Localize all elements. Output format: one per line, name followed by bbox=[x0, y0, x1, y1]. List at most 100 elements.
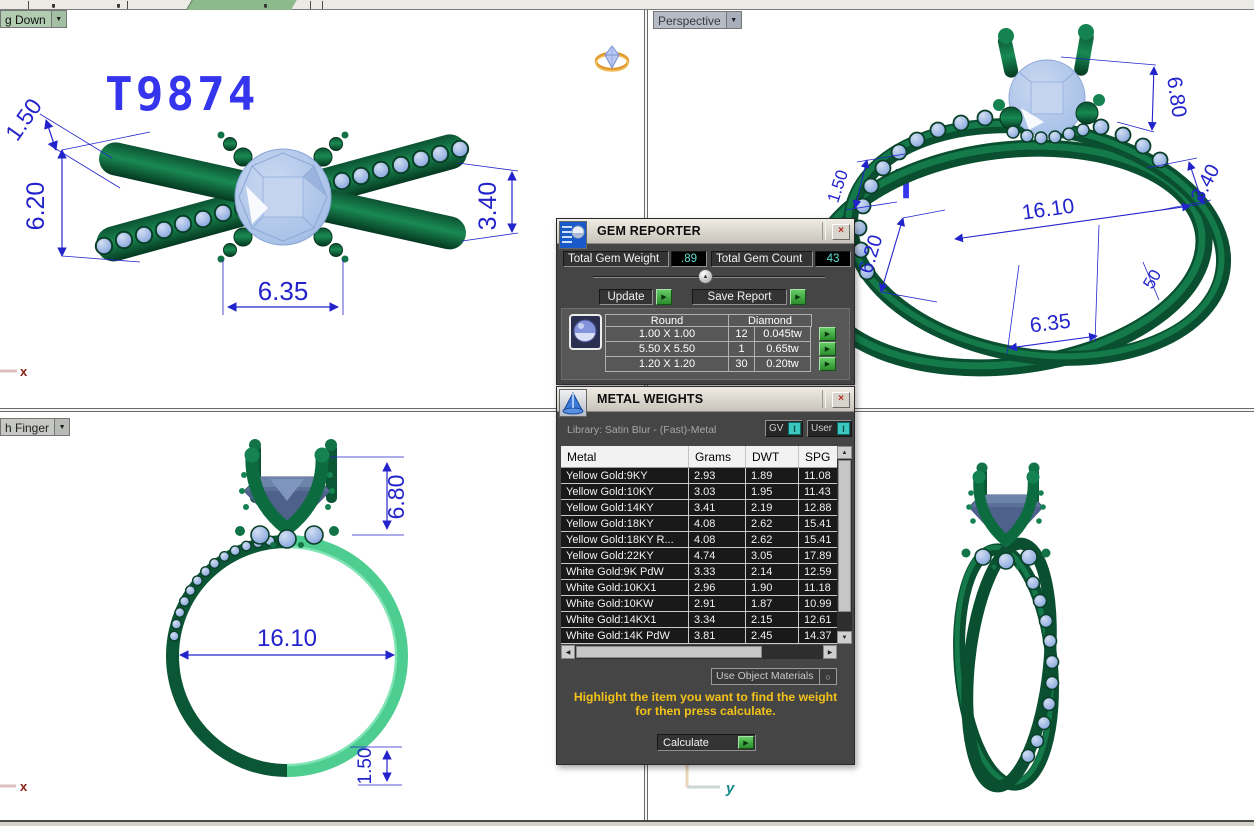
dim-1-50: 1.50 bbox=[0, 94, 47, 146]
metal-table-row[interactable]: White Gold:14KX13.342.1512.61 bbox=[561, 612, 837, 628]
ring-side-view[interactable] bbox=[948, 463, 1062, 791]
axis-x-label: x bbox=[20, 779, 28, 794]
tab-separator bbox=[28, 1, 29, 9]
gem-reporter-titlebar[interactable]: GEM REPORTER × bbox=[557, 219, 854, 244]
x-axis-indicator: x bbox=[0, 779, 28, 794]
ring-top-view[interactable] bbox=[92, 130, 471, 265]
gem-summary-table: Round Diamond 1.00 X 1.00 12 0.045tw 5.5… bbox=[561, 308, 850, 380]
ring-cursor-icon bbox=[596, 46, 628, 71]
scrollbar-thumb[interactable] bbox=[576, 646, 762, 658]
metal-table-row[interactable]: Yellow Gold:9KY2.931.8911.08 bbox=[561, 468, 837, 484]
instruction-text: Highlight the item you want to find the … bbox=[557, 690, 854, 718]
play-icon: ▶ bbox=[661, 293, 666, 301]
calculate-run-button[interactable]: ▶ bbox=[738, 736, 754, 749]
tab-separator bbox=[127, 1, 128, 9]
gem-thumbnail bbox=[569, 314, 602, 350]
gem-reporter-panel: GEM REPORTER × Total Gem Weight .89 Tota… bbox=[556, 218, 855, 385]
total-gem-count-label: Total Gem Count bbox=[711, 251, 813, 267]
play-icon: ▶ bbox=[743, 739, 748, 747]
radio-circle-icon[interactable]: ○ bbox=[819, 669, 836, 684]
gem-row-edit-button[interactable]: ▶ bbox=[819, 357, 836, 371]
metal-table-row[interactable]: Yellow Gold:18KY4.082.6215.41 bbox=[561, 516, 837, 532]
dim-3-40: 3.40 bbox=[474, 182, 502, 231]
tab-separator bbox=[322, 1, 323, 9]
close-icon[interactable]: × bbox=[832, 392, 850, 408]
gem-row-edit-button[interactable]: ▶ bbox=[819, 327, 836, 341]
viewport-bottom-left-view-dropdown[interactable]: h Finger ▼ bbox=[0, 418, 70, 436]
dropdown-arrow-icon[interactable]: ▼ bbox=[51, 11, 66, 27]
close-icon[interactable]: × bbox=[832, 224, 850, 240]
dropdown-arrow-icon[interactable]: ▼ bbox=[54, 419, 69, 435]
metal-table-row[interactable]: White Gold:10KW2.911.8710.99 bbox=[561, 596, 837, 612]
scrollbar-thumb[interactable] bbox=[838, 460, 851, 612]
slider-knob[interactable]: ▲ bbox=[698, 269, 713, 284]
tab-label-fragment bbox=[117, 4, 120, 8]
dim-3-40: 3.40 bbox=[1187, 161, 1225, 206]
save-report-run-button[interactable]: ▶ bbox=[790, 289, 806, 305]
dim-6-35: 6.35 bbox=[1029, 310, 1072, 338]
play-icon: ▶ bbox=[795, 293, 800, 301]
active-view-tab[interactable] bbox=[186, 0, 297, 10]
view-name-label: Perspective bbox=[654, 12, 726, 28]
titlebar-groove bbox=[822, 222, 826, 240]
info-icon[interactable]: I bbox=[788, 422, 801, 435]
library-label: Library: Satin Blur - (Fast)-Metal bbox=[567, 424, 716, 436]
ring-front-view[interactable] bbox=[169, 439, 401, 771]
dim-6-80: 6.80 bbox=[1162, 75, 1190, 119]
gem-table-row: 5.50 X 5.50 1 0.65tw bbox=[606, 341, 811, 357]
viewport-top-right-view-dropdown[interactable]: Perspective ▼ bbox=[653, 11, 742, 29]
update-run-button[interactable]: ▶ bbox=[656, 289, 672, 305]
update-button[interactable]: Update bbox=[599, 289, 653, 305]
metal-table-header: Metal Grams DWT SPG bbox=[561, 446, 837, 468]
head bbox=[993, 24, 1105, 144]
gem-table-row: 1.20 X 1.20 30 0.20tw bbox=[606, 356, 811, 372]
model-number-label: T9874 bbox=[105, 67, 258, 121]
panel-title: GEM REPORTER bbox=[597, 224, 701, 238]
bottom-edge-strip bbox=[0, 820, 1254, 826]
user-button[interactable]: User I bbox=[807, 420, 852, 437]
scroll-left-icon[interactable]: ◀ bbox=[561, 645, 575, 659]
info-icon[interactable]: I bbox=[837, 422, 850, 435]
use-object-materials-button[interactable]: Use Object Materials ○ bbox=[711, 668, 837, 685]
scroll-right-icon[interactable]: ▶ bbox=[823, 645, 837, 659]
dim-6-35: 6.35 bbox=[258, 276, 309, 306]
metal-table-body: Yellow Gold:9KY2.931.8911.08 Yellow Gold… bbox=[561, 468, 837, 644]
titlebar-groove bbox=[822, 390, 826, 408]
tab-label-fragment bbox=[264, 4, 267, 8]
metal-table-row[interactable]: Yellow Gold:10KY3.031.9511.43 bbox=[561, 484, 837, 500]
metal-table-row[interactable]: Yellow Gold:18KY R...4.082.6215.41 bbox=[561, 532, 837, 548]
scroll-up-icon[interactable]: ▲ bbox=[837, 446, 852, 459]
dim-16-10: 16.10 bbox=[1020, 195, 1075, 225]
x-axis-indicator: x bbox=[0, 364, 28, 379]
tab-separator bbox=[310, 1, 311, 9]
metal-weights-panel: METAL WEIGHTS × Library: Satin Blur - (F… bbox=[556, 386, 855, 765]
save-report-button[interactable]: Save Report bbox=[692, 289, 787, 305]
top-tab-strip[interactable] bbox=[0, 0, 1254, 10]
total-gem-count-value: 43 bbox=[815, 251, 851, 267]
dim-6-20: 6.20 bbox=[22, 182, 50, 231]
viewport-top-left-canvas[interactable]: T9874 6.35 3.40 6.20 1.50 bbox=[0, 10, 648, 408]
viewport-top-left-view-dropdown[interactable]: g Down ▼ bbox=[0, 10, 67, 28]
axis-x-label: x bbox=[20, 364, 28, 379]
metal-table-row[interactable]: White Gold:10KX12.961.9011.18 bbox=[561, 580, 837, 596]
play-icon: ▶ bbox=[825, 345, 830, 353]
dropdown-arrow-icon[interactable]: ▼ bbox=[726, 12, 741, 28]
application-window: g Down ▼ Perspective ▼ h Finger ▼ bbox=[0, 0, 1254, 826]
metal-table-row[interactable]: Yellow Gold:14KY3.412.1912.88 bbox=[561, 500, 837, 516]
total-gem-weight-label: Total Gem Weight bbox=[563, 251, 669, 267]
scroll-down-icon[interactable]: ▼ bbox=[837, 631, 852, 644]
dim-1-50: 1.50 bbox=[355, 748, 376, 785]
gem-row-edit-button[interactable]: ▶ bbox=[819, 342, 836, 356]
play-icon: ▶ bbox=[825, 330, 830, 338]
metal-table-row[interactable]: White Gold:14K PdW3.812.4514.37 bbox=[561, 628, 837, 644]
vertical-scrollbar[interactable]: ▲ ▼ bbox=[837, 446, 852, 644]
horizontal-scrollbar[interactable]: ◀ ▶ bbox=[561, 645, 837, 659]
metal-weights-titlebar[interactable]: METAL WEIGHTS × bbox=[557, 387, 854, 412]
head bbox=[235, 439, 339, 548]
calculate-button[interactable]: Calculate ▶ bbox=[657, 734, 756, 751]
tab-label-fragment bbox=[52, 4, 55, 8]
metal-table-row[interactable]: Yellow Gold:22KY4.743.0517.89 bbox=[561, 548, 837, 564]
metal-table-row[interactable]: White Gold:9K PdW3.332.1412.59 bbox=[561, 564, 837, 580]
gv-button[interactable]: GV I bbox=[765, 420, 803, 437]
viewport-bottom-left-canvas[interactable]: 6.80 16.10 1.50 x bbox=[0, 413, 648, 820]
